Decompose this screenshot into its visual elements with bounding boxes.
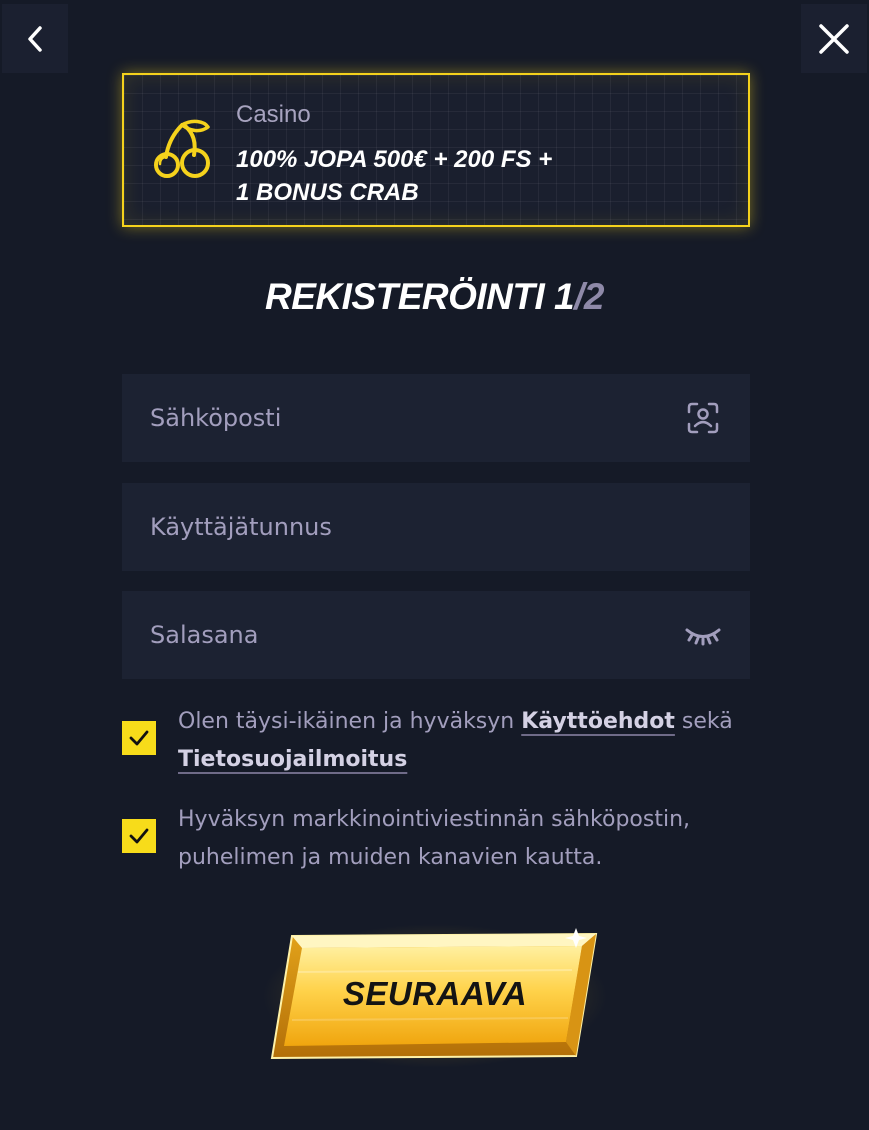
next-button-label: SEURAAVA	[342, 975, 528, 1012]
promo-category: Casino	[236, 101, 311, 128]
terms-checkbox[interactable]	[122, 721, 156, 755]
password-input[interactable]	[150, 621, 684, 649]
close-icon	[819, 23, 849, 54]
registration-modal: Casino 100% JOPA 500€ + 200 FS + 1 BONUS…	[0, 0, 869, 1130]
cherry-icon	[154, 119, 210, 178]
password-field[interactable]	[122, 591, 750, 679]
terms-consent-text: Olen täysi-ikäinen ja hyväksyn Käyttöehd…	[178, 703, 742, 779]
close-button[interactable]	[801, 4, 867, 73]
back-button[interactable]	[2, 4, 68, 73]
checkmark-icon	[129, 730, 149, 746]
eye-closed-icon[interactable]	[684, 616, 722, 654]
next-button[interactable]: SEURAAVA	[262, 924, 608, 1070]
email-input[interactable]	[150, 404, 684, 432]
bonus-banner: Casino 100% JOPA 500€ + 200 FS + 1 BONUS…	[122, 73, 750, 227]
terms-consent: Olen täysi-ikäinen ja hyväksyn Käyttöehd…	[122, 703, 742, 779]
marketing-consent-text: Hyväksyn markkinointiviestinnän sähköpos…	[178, 807, 691, 870]
title-step-total: 2	[583, 276, 605, 317]
marketing-checkbox[interactable]	[122, 819, 156, 853]
promo-offer-line-1: 100% JOPA 500€ + 200 FS +	[236, 146, 553, 173]
title-separator: /	[574, 276, 584, 317]
promo-offer: 100% JOPA 500€ + 200 FS + 1 BONUS CRAB	[236, 143, 716, 209]
title-main: REKISTERÖINTI 1	[265, 276, 575, 317]
chevron-left-icon	[28, 25, 42, 52]
privacy-link[interactable]: Tietosuojailmoitus	[178, 747, 407, 772]
terms-text-before: Olen täysi-ikäinen ja hyväksyn	[178, 709, 522, 734]
username-field[interactable]	[122, 483, 750, 571]
username-input[interactable]	[150, 513, 722, 541]
checkmark-icon	[129, 828, 149, 844]
email-field[interactable]	[122, 374, 750, 462]
terms-text-between: sekä	[674, 709, 733, 734]
promo-offer-line-2: 1 BONUS CRAB	[236, 179, 419, 206]
marketing-consent: Hyväksyn markkinointiviestinnän sähköpos…	[122, 801, 742, 877]
face-scan-icon[interactable]	[684, 399, 722, 437]
terms-link[interactable]: Käyttöehdot	[521, 709, 675, 734]
page-title: REKISTERÖINTI 1/2	[0, 276, 869, 318]
